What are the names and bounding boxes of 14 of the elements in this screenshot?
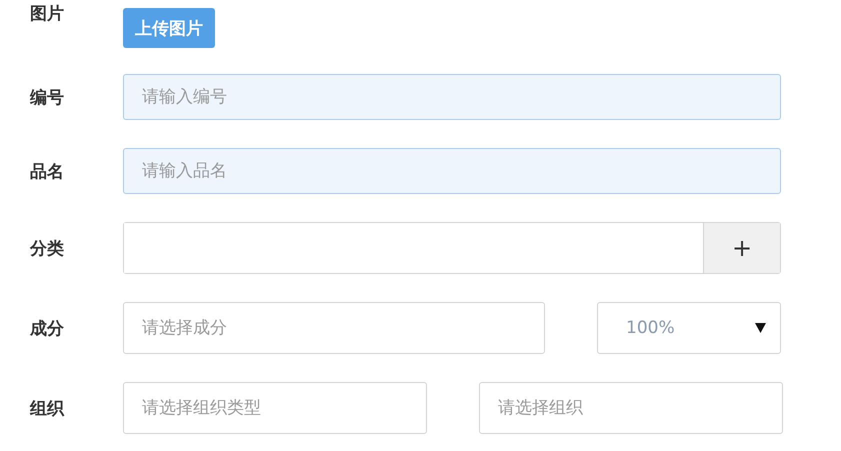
input-field[interactable]: 请输入编号 — [123, 74, 781, 120]
field-label: 图片 — [30, 3, 65, 25]
field-label: 成分 — [30, 318, 65, 340]
input-field[interactable]: 请选择组织 — [479, 382, 783, 434]
input-field[interactable]: 请选择组织类型 — [123, 382, 427, 434]
field-label: 编号 — [30, 86, 65, 108]
input-field[interactable]: 请选择成分 — [123, 302, 545, 354]
add-button[interactable]: + — [703, 223, 780, 273]
field-label: 组织 — [30, 398, 66, 420]
field-label: 品名 — [30, 160, 65, 182]
input-field[interactable]: 请输入品名 — [123, 148, 781, 194]
caret-icon — [755, 323, 766, 333]
field-label: 分类 — [30, 238, 65, 260]
input-field[interactable]: + — [123, 222, 781, 274]
